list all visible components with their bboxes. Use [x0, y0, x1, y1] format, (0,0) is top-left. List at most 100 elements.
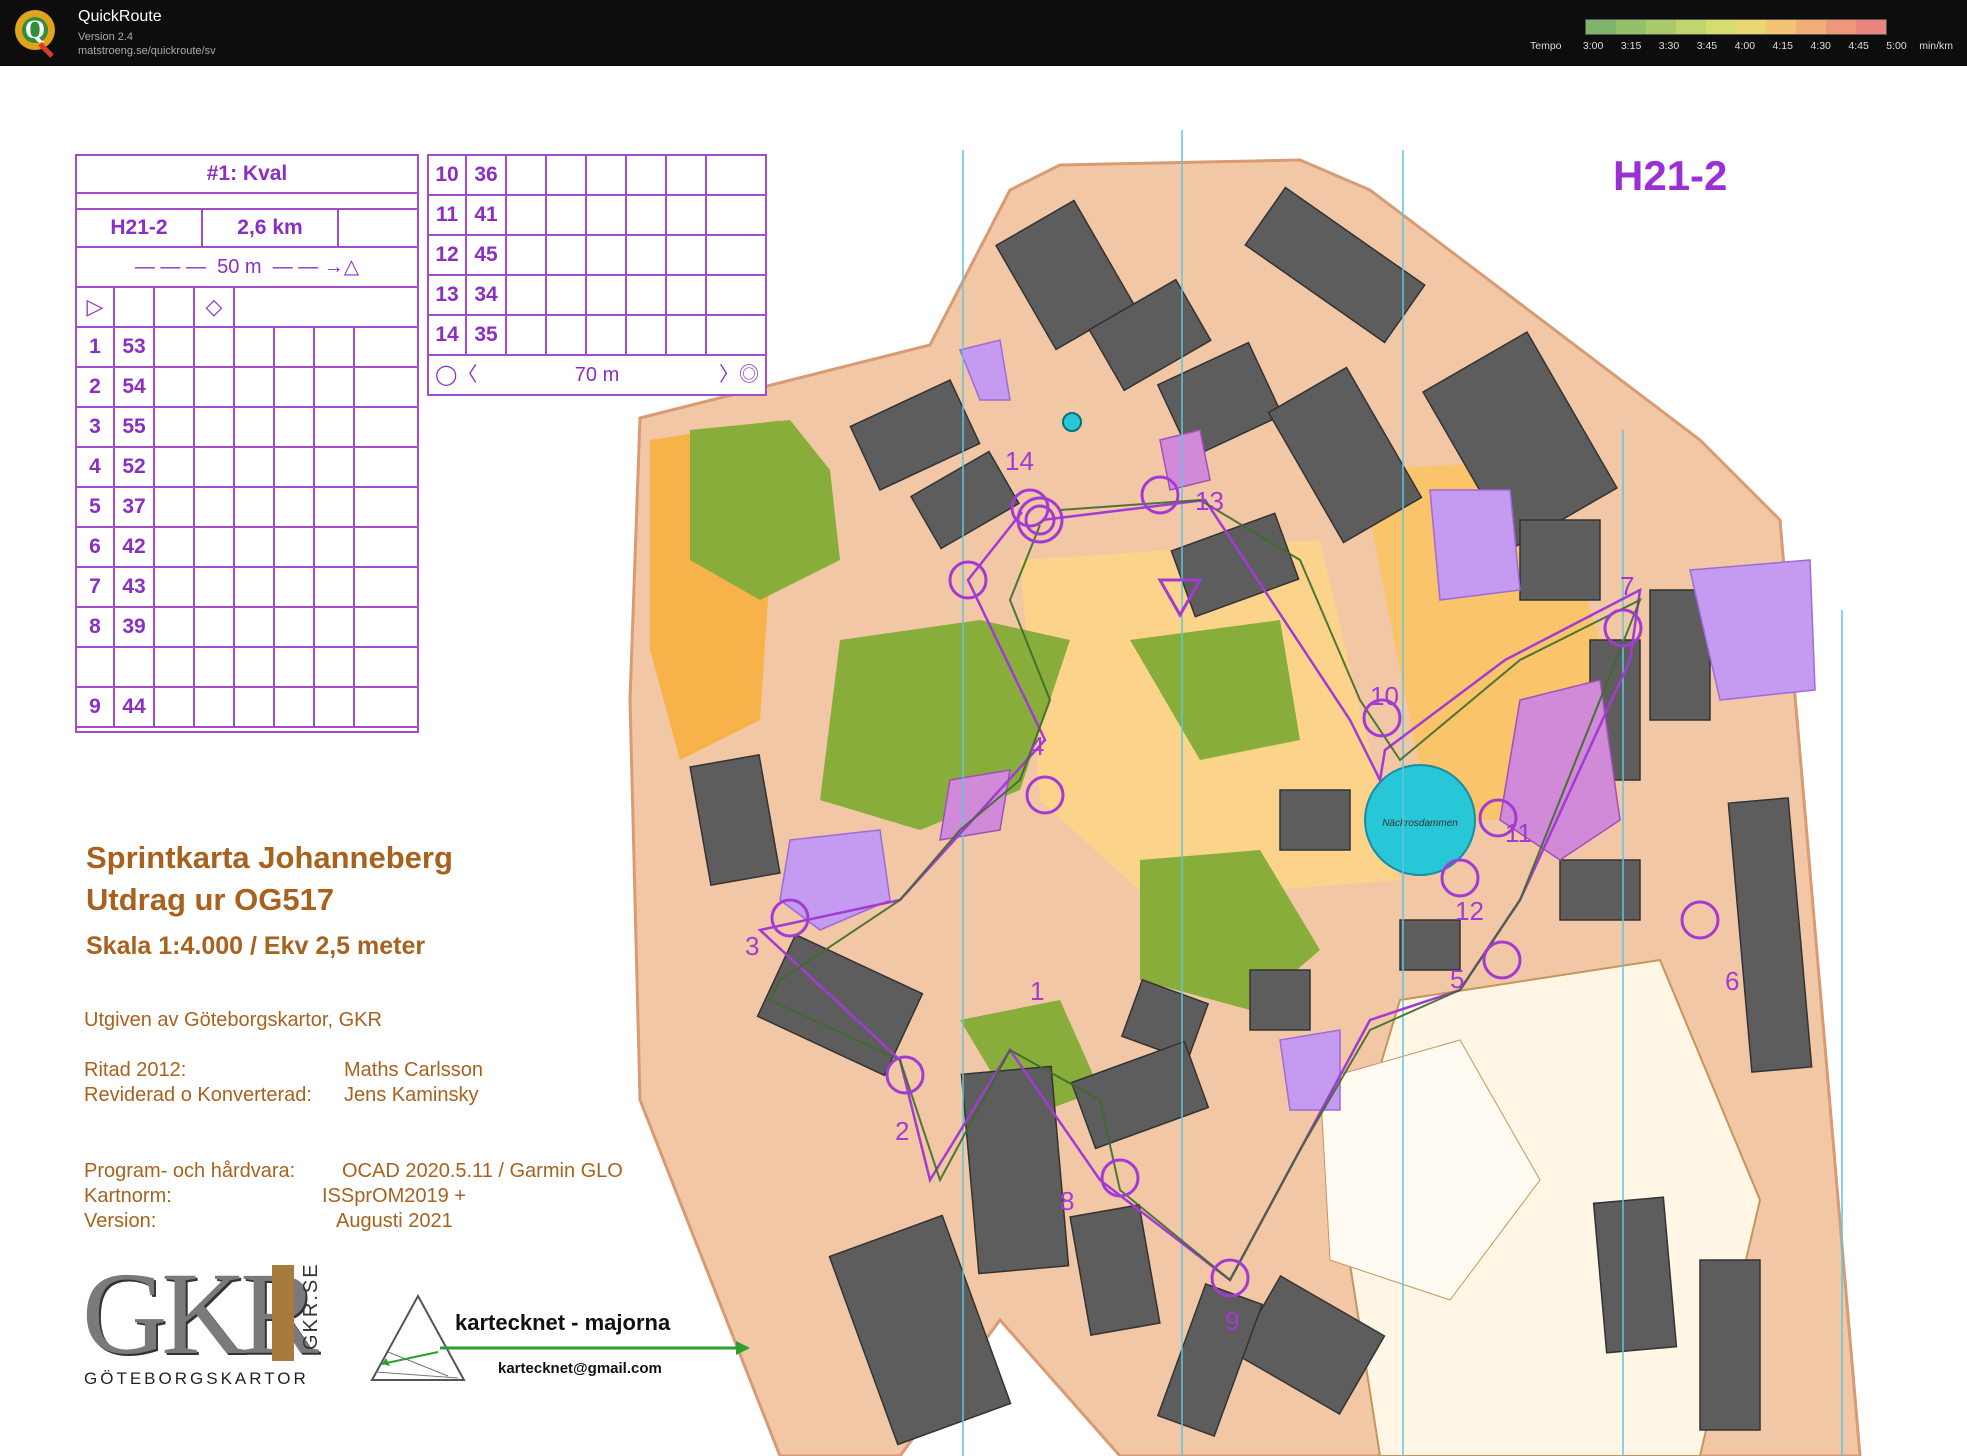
- cd-symbol-cell: [275, 448, 315, 486]
- cd-symbol-cell: [547, 276, 587, 314]
- control-number: 12: [1455, 896, 1484, 926]
- cd-finish-distance: 70 m: [574, 364, 620, 386]
- cd-control-code: 55: [115, 408, 155, 446]
- app-version: Version 2.4: [78, 31, 134, 43]
- cd-symbol-cell: [587, 156, 627, 194]
- cd-control-code: 45: [467, 236, 507, 274]
- cd-control-code: 52: [115, 448, 155, 486]
- cd-symbol-cell: [155, 328, 195, 366]
- cd-symbol-cell: [235, 408, 275, 446]
- cd-control-number: 6: [77, 528, 115, 566]
- gkr-logo-accent: [272, 1265, 294, 1361]
- control-number: 13: [1195, 486, 1224, 516]
- cd-start-marking-row: — — — 50 m — — →△: [77, 248, 417, 288]
- control-number: 5: [1450, 964, 1464, 994]
- map-publisher: Utgiven av Göteborgskartor, GKR: [84, 1009, 382, 1031]
- tempo-color-swatch: [1676, 20, 1706, 34]
- tempo-tick: 3:00: [1582, 40, 1604, 52]
- map-title-line2: Utdrag ur OG517: [86, 882, 335, 917]
- cd-symbol-cell: [195, 608, 235, 646]
- cd-control-code: 42: [115, 528, 155, 566]
- cd-symbol-cell: [195, 328, 235, 366]
- cd-finish-row: ◯〈 70 m 〉◎: [429, 356, 765, 394]
- control-number: 2: [895, 1116, 909, 1146]
- cd-control-number: 10: [429, 156, 467, 194]
- finish-funnel-icon: ◯〈: [435, 364, 478, 386]
- cd-symbol-cell: [627, 316, 667, 354]
- cd-symbol-cell: [155, 368, 195, 406]
- cd-row: 14 35: [429, 316, 765, 356]
- cd-symbol-cell: [235, 368, 275, 406]
- cd-symbol-cell: [195, 648, 235, 686]
- cd-symbol-cell: [667, 276, 707, 314]
- tempo-label: Tempo: [1530, 40, 1562, 52]
- control-number: 6: [1725, 966, 1739, 996]
- cd-symbol-cell: [275, 408, 315, 446]
- tempo-color-scale: [1585, 19, 1887, 35]
- cd-spacer-row: [77, 194, 417, 210]
- tempo-scale-labels: Tempo 3:00 3:15 3:30 3:45 4:00 4:15 4:30…: [1530, 40, 1953, 52]
- cd-control-number: 9: [77, 688, 115, 726]
- cd-symbol-cell: [315, 448, 355, 486]
- cd-control-number: 12: [429, 236, 467, 274]
- tempo-color-swatch: [1736, 20, 1766, 34]
- cd-symbol-cell: [275, 688, 315, 726]
- control-description-sheet-2: 10 36 11 41 12 45 13 34 14 35 ◯〈 70 m 〉◎: [427, 154, 767, 396]
- cd-symbol-cell: [155, 488, 195, 526]
- map-scale: Skala 1:4.000 / Ekv 2,5 meter: [86, 932, 426, 960]
- cd-symbol-cell: [315, 528, 355, 566]
- cd-row: 7 43: [77, 568, 417, 608]
- cd-symbol-cell: [707, 316, 743, 354]
- cd-symbol-cell: [707, 276, 743, 314]
- tempo-tick: 5:00: [1886, 40, 1907, 52]
- cd-symbol-cell: [587, 276, 627, 314]
- cd-symbol-cell: [275, 488, 315, 526]
- cd-symbol-cell: [707, 196, 743, 234]
- cd-row: 11 41: [429, 196, 765, 236]
- cd-symbol-cell: [235, 528, 275, 566]
- cd-control-code: 34: [467, 276, 507, 314]
- cd-symbol-cell: [355, 648, 391, 686]
- control-number: 10: [1370, 681, 1399, 711]
- cd-control-number: 14: [429, 316, 467, 354]
- cd-control-code: 41: [467, 196, 507, 234]
- cd-symbol-cell: [547, 196, 587, 234]
- gkr-side-text: GKR.SE: [300, 1262, 322, 1350]
- tempo-unit: min/km: [1919, 40, 1954, 52]
- cd-class-row: H21-2 2,6 km: [77, 210, 417, 248]
- tempo-color-swatch: [1766, 20, 1796, 34]
- cd-symbol-cell: [507, 316, 547, 354]
- cd-empty-cell: [155, 288, 195, 326]
- cd-symbol-cell: [275, 328, 315, 366]
- app-url[interactable]: matstroeng.se/quickroute/sv: [78, 45, 216, 57]
- cd-symbol-cell: [507, 236, 547, 274]
- cd-symbol-cell: [315, 488, 355, 526]
- cd-symbol-cell: [195, 688, 235, 726]
- cd-control-number: 5: [77, 488, 115, 526]
- cd-symbol-cell: [667, 196, 707, 234]
- cd-symbol-cell: [195, 488, 235, 526]
- cd-symbol-cell: [355, 688, 391, 726]
- cd-control-rows-2: 10 36 11 41 12 45 13 34 14 35: [429, 156, 765, 356]
- cd-row: 10 36: [429, 156, 765, 196]
- cd-control-number: [77, 648, 115, 686]
- cd-symbol-cell: [355, 568, 391, 606]
- cd-symbol-cell: [155, 408, 195, 446]
- cd-symbol-cell: [275, 368, 315, 406]
- cd-symbol-cell: [155, 448, 195, 486]
- cd-symbol-cell: [667, 316, 707, 354]
- feature-diamond-icon: ◇: [195, 288, 235, 326]
- cd-control-code: [115, 648, 155, 686]
- control-number: 11: [1505, 818, 1532, 848]
- cd-symbol-cell: [355, 528, 391, 566]
- drawn-label: Ritad 2012:: [84, 1059, 187, 1081]
- cd-symbol-cell: [507, 156, 547, 194]
- cd-symbol-cell: [155, 568, 195, 606]
- tempo-tick: 4:00: [1734, 40, 1756, 52]
- cd-symbol-cell: [315, 328, 355, 366]
- cd-symbol-cell: [155, 648, 195, 686]
- app-header: Q QuickRoute Version 2.4 matstroeng.se/q…: [0, 0, 1967, 66]
- cd-symbol-cell: [195, 528, 235, 566]
- cd-symbol-cell: [667, 156, 707, 194]
- cd-symbol-cell: [275, 648, 315, 686]
